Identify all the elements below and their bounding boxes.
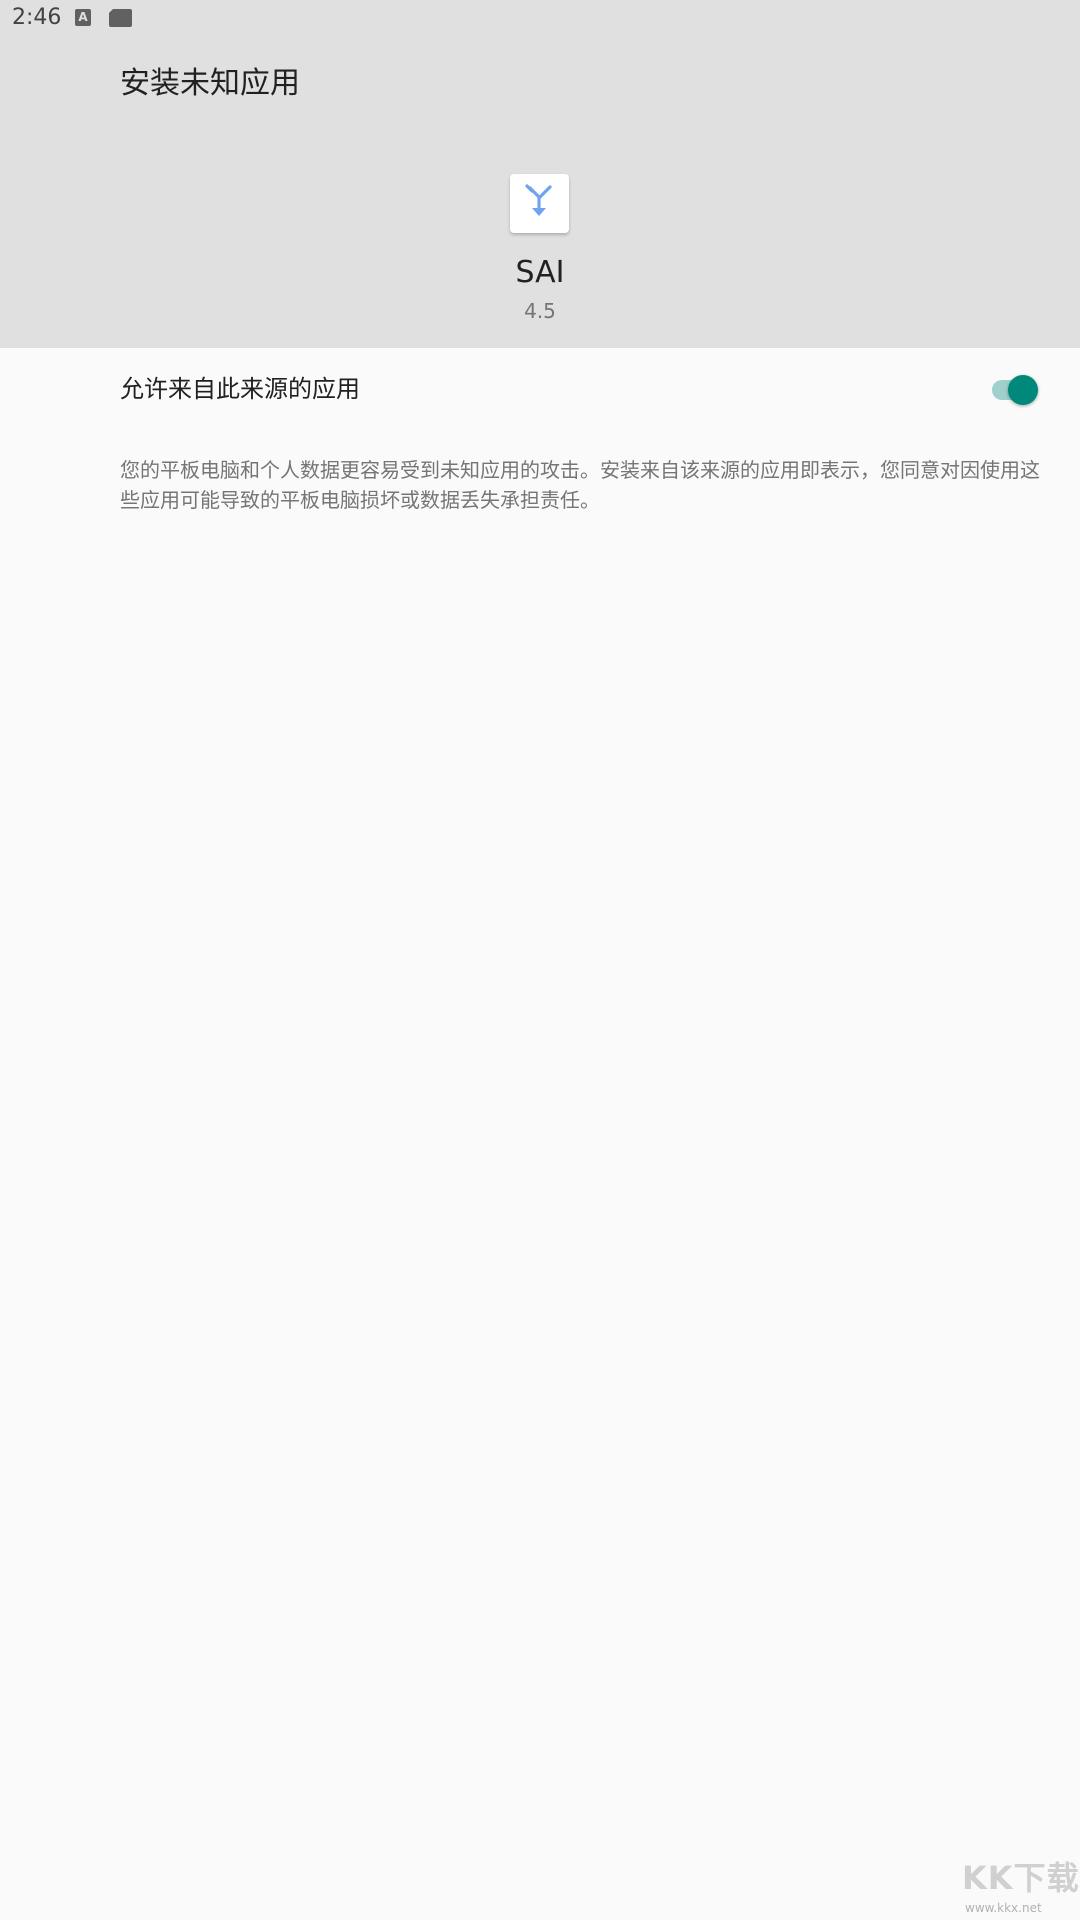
security-warning-text: 您的平板电脑和个人数据更容易受到未知应用的攻击。安装来自该来源的应用即表示，您同… [120,458,1040,512]
merge-arrow-icon [525,184,552,216]
watermark-url: www.kkx.net [965,1901,1042,1915]
sd-card-icon [109,9,132,27]
app-name: SAI [515,255,565,290]
watermark-logo: KK下载 [962,1859,1080,1897]
allow-unknown-sources-label: 允许来自此来源的应用 [120,375,360,403]
a-notification-icon-letter: A [78,10,88,24]
allow-unknown-sources-row[interactable]: 允许来自此来源的应用 [0,348,1080,432]
toggle-thumb [1008,375,1038,405]
allow-unknown-sources-toggle[interactable] [992,373,1040,407]
kk-watermark: KK下载 www.kkx.net [960,1858,1080,1920]
page-title: 安装未知应用 [120,66,300,101]
status-bar: 2:46 A [0,0,1080,36]
a-notification-icon: A [75,9,91,26]
status-time: 2:46 [12,5,62,30]
app-version: 4.5 [524,299,556,323]
sai-app-icon [510,174,569,233]
app-info-header: 2:46 A 安装未知应用 SAI 4.5 [0,0,1080,348]
